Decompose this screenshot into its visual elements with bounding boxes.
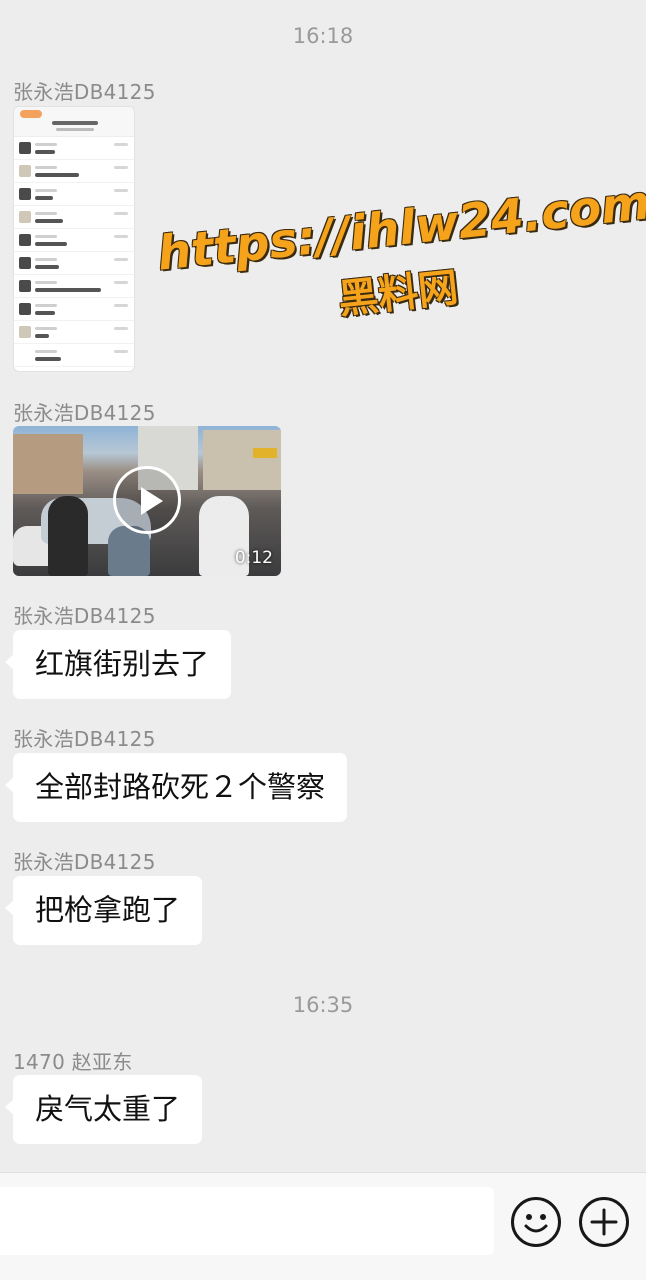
message-bubble[interactable]: 戾气太重了	[4, 1075, 203, 1144]
sender-name: 张永浩DB4125	[13, 401, 156, 425]
chat-screenshot-image[interactable]	[13, 106, 135, 372]
video-message[interactable]: 0:12	[13, 426, 281, 576]
sender-name: 1470 赵亚东	[13, 1050, 133, 1074]
message-bubble[interactable]: 全部封路砍死２个警察	[4, 753, 348, 822]
timestamp: 16:35	[292, 993, 354, 1017]
sender-name: 张永浩DB4125	[13, 727, 156, 751]
video-duration: 0:12	[234, 548, 273, 568]
message-bubble[interactable]: 把枪拿跑了	[4, 876, 203, 945]
timestamp: 16:18	[292, 24, 354, 48]
sender-name: 张永浩DB4125	[13, 604, 156, 628]
play-icon[interactable]	[113, 466, 181, 534]
message-bubble[interactable]: 红旗街别去了	[4, 630, 232, 699]
emoji-smile-icon[interactable]	[511, 1197, 561, 1247]
message-input[interactable]	[0, 1187, 494, 1255]
plus-circle-icon[interactable]	[579, 1197, 629, 1247]
sender-name: 张永浩DB4125	[13, 80, 156, 104]
watermark-url: https://ihlw24.com	[154, 175, 646, 282]
sender-name: 张永浩DB4125	[13, 850, 156, 874]
bottom-strip	[0, 1263, 646, 1280]
watermark-title: 黑料网	[336, 264, 461, 324]
watermark: https://ihlw24.com 黑料网	[154, 175, 646, 386]
